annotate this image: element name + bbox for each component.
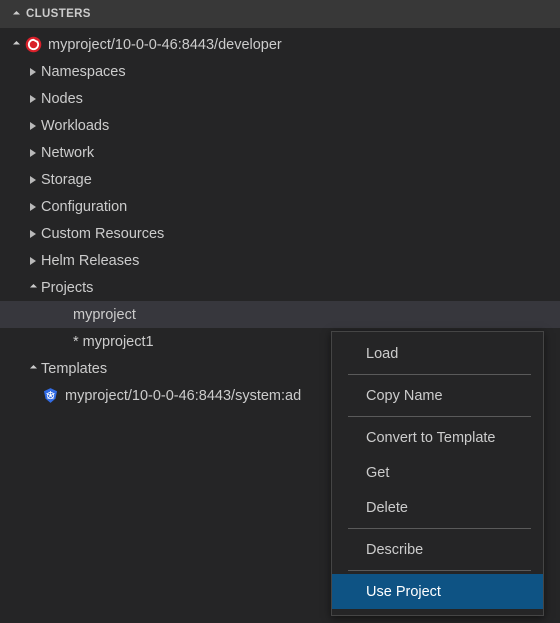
section-header-clusters[interactable]: CLUSTERS	[0, 0, 560, 28]
tree-row-label: myproject/10-0-0-46:8443/system:ad	[65, 387, 302, 404]
clusters-panel: CLUSTERS myproject/10-0-0-46:8443/develo…	[0, 0, 560, 623]
tree-row-label: Nodes	[41, 90, 83, 107]
chevron-right-icon[interactable]	[25, 148, 41, 157]
context-menu[interactable]: Load Copy Name Convert to Template Get Delet…	[331, 331, 544, 616]
menu-separator	[348, 416, 531, 417]
chevron-down-icon[interactable]	[8, 40, 24, 49]
chevron-right-icon[interactable]	[25, 94, 41, 103]
tree-row[interactable]: Network	[0, 139, 560, 166]
tree-row-label: Configuration	[41, 198, 128, 215]
tree-row[interactable]: Configuration	[0, 193, 560, 220]
tree-row[interactable]: Storage	[0, 166, 560, 193]
menu-item[interactable]: Delete	[332, 490, 543, 525]
tree-row-label: Custom Resources	[41, 225, 165, 242]
section-title: CLUSTERS	[26, 8, 91, 20]
tree-row[interactable]: Workloads	[0, 112, 560, 139]
chevron-down-icon[interactable]	[25, 364, 41, 373]
menu-separator	[348, 374, 531, 375]
kubernetes-icon	[41, 387, 59, 405]
tree-row-label: Network	[41, 144, 95, 161]
menu-item[interactable]: Use Project	[332, 574, 543, 609]
tree-row-label: myproject	[73, 306, 136, 323]
menu-separator	[348, 570, 531, 571]
tree-row-label: Projects	[41, 279, 94, 296]
tree-row[interactable]: myproject	[0, 301, 560, 328]
tree-row-label: Helm Releases	[41, 252, 140, 269]
menu-item[interactable]: Convert to Template	[332, 420, 543, 455]
tree-row-label: Templates	[41, 360, 108, 377]
chevron-right-icon[interactable]	[25, 202, 41, 211]
menu-separator	[348, 528, 531, 529]
chevron-right-icon[interactable]	[25, 229, 41, 238]
tree-row[interactable]: myproject/10-0-0-46:8443/developer	[0, 31, 560, 58]
chevron-down-icon[interactable]	[9, 10, 23, 18]
tree-row[interactable]: Custom Resources	[0, 220, 560, 247]
menu-item[interactable]: Get	[332, 455, 543, 490]
menu-item[interactable]: Describe	[332, 532, 543, 567]
chevron-down-icon[interactable]	[25, 283, 41, 292]
menu-item[interactable]: Load	[332, 336, 543, 371]
chevron-right-icon[interactable]	[25, 175, 41, 184]
menu-item[interactable]: Copy Name	[332, 378, 543, 413]
tree-row-label: myproject/10-0-0-46:8443/developer	[48, 36, 282, 53]
tree-row[interactable]: Helm Releases	[0, 247, 560, 274]
tree-row[interactable]: Nodes	[0, 85, 560, 112]
chevron-right-icon[interactable]	[25, 67, 41, 76]
tree-row-label: Storage	[41, 171, 92, 188]
tree-row-label: * myproject1	[73, 333, 154, 350]
chevron-right-icon[interactable]	[25, 256, 41, 265]
tree-row-label: Namespaces	[41, 63, 126, 80]
tree-row[interactable]: Namespaces	[0, 58, 560, 85]
tree-row[interactable]: Projects	[0, 274, 560, 301]
openshift-icon	[24, 36, 42, 54]
chevron-right-icon[interactable]	[25, 121, 41, 130]
tree-row-label: Workloads	[41, 117, 110, 134]
